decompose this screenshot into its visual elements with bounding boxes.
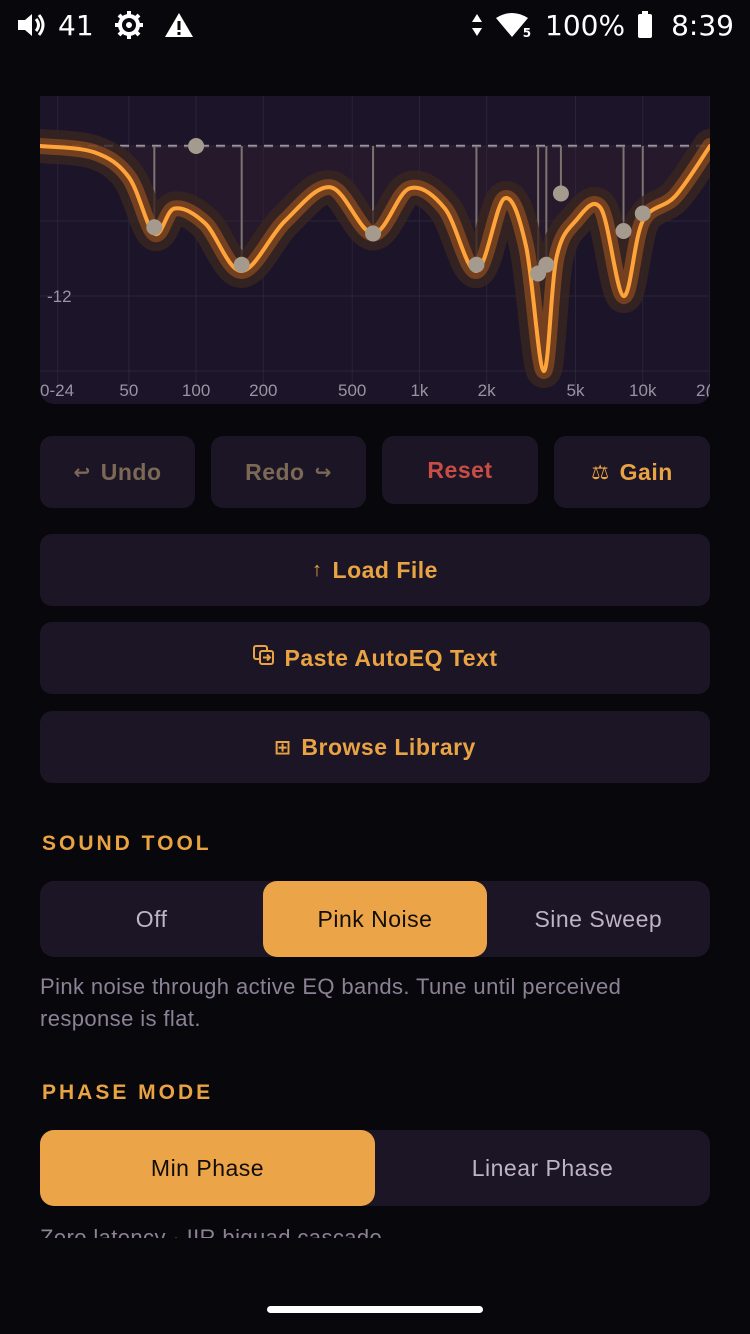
battery-percent: 100% — [545, 8, 626, 42]
redo-icon: ↪ — [314, 461, 332, 484]
status-right: 5 100% 8:39 — [471, 9, 734, 42]
sound-tool-description: Pink noise through active EQ bands. Tune… — [40, 974, 622, 1031]
undo-button[interactable]: ↩ Undo — [40, 436, 195, 508]
phase-mode-description: Zero latency · IIR biquad cascade — [40, 1225, 383, 1238]
band-handle[interactable] — [552, 185, 569, 202]
data-arrows-icon — [471, 13, 483, 37]
wifi-icon: 5 — [495, 12, 532, 40]
sound-tool-title: SOUND TOOL — [42, 832, 212, 855]
x-tick-label: 2( — [696, 381, 710, 400]
x-tick-label: 5k — [567, 381, 585, 400]
volume-icon — [16, 12, 46, 38]
phase-mode-selector[interactable]: Min Phase Linear Phase — [40, 1130, 710, 1206]
band-handle[interactable] — [468, 256, 485, 273]
wifi-badge: 5 — [522, 26, 532, 40]
x-tick-label: 100 — [182, 381, 210, 400]
undo-label: Undo — [100, 458, 162, 485]
x-tick-label: 0-24 — [40, 381, 74, 400]
sound-tool-off[interactable]: Off — [40, 881, 263, 957]
reset-button[interactable]: Reset — [382, 436, 538, 504]
y-axis-label: -12 — [47, 287, 72, 306]
balance-scale-icon: ⚖ — [591, 461, 610, 484]
undo-icon: ↩ — [73, 461, 91, 484]
settings-gear-icon — [114, 10, 144, 40]
paste-autoeq-label: Paste AutoEQ Text — [284, 644, 498, 671]
gain-label: Gain — [619, 458, 673, 485]
x-tick-label: 50 — [119, 381, 138, 400]
band-handle[interactable] — [538, 256, 555, 273]
load-file-button[interactable]: ↑ Load File — [40, 534, 710, 606]
battery-icon — [637, 11, 653, 39]
x-tick-label: 2k — [478, 381, 496, 400]
warning-icon — [164, 12, 194, 38]
x-tick-label: 500 — [338, 381, 366, 400]
x-tick-label: 1k — [410, 381, 428, 400]
band-handle[interactable] — [233, 256, 250, 273]
browse-library-button[interactable]: ⊞ Browse Library — [40, 711, 710, 783]
x-tick-label: 200 — [249, 381, 277, 400]
eq-chart[interactable]: -12 0-24 50 100 200 500 1k 2k 5k 10k 2( — [40, 96, 710, 404]
redo-label: Redo — [245, 458, 305, 485]
grid-icon: ⊞ — [274, 736, 292, 759]
volume-level: 41 — [58, 8, 94, 42]
load-file-label: Load File — [332, 556, 438, 583]
sound-tool-selector[interactable]: Off Pink Noise Sine Sweep — [40, 881, 710, 957]
phase-mode-title: PHASE MODE — [42, 1081, 214, 1104]
home-indicator[interactable] — [267, 1306, 483, 1313]
band-handle[interactable] — [146, 219, 163, 236]
phase-description-clip: Zero latency · IIR biquad cascade — [40, 1222, 710, 1238]
band-handle[interactable] — [634, 205, 651, 222]
phase-mode-min[interactable]: Min Phase — [40, 1130, 375, 1206]
band-handle[interactable] — [615, 223, 632, 239]
status-left: 41 — [16, 9, 194, 42]
sound-tool-pink-noise[interactable]: Pink Noise — [263, 881, 487, 957]
reset-label: Reset — [427, 456, 493, 483]
paste-autoeq-button[interactable]: Paste AutoEQ Text — [40, 622, 710, 694]
phase-mode-linear[interactable]: Linear Phase — [375, 1130, 710, 1206]
redo-button[interactable]: Redo ↪ — [211, 436, 366, 508]
upload-arrow-icon: ↑ — [312, 558, 323, 581]
eq-chart-svg[interactable]: -12 0-24 50 100 200 500 1k 2k 5k 10k 2( — [40, 96, 710, 404]
browse-library-label: Browse Library — [301, 733, 476, 760]
band-handle[interactable] — [365, 225, 382, 242]
clock: 8:39 — [671, 8, 734, 42]
x-tick-label: 10k — [629, 381, 657, 400]
gain-button[interactable]: ⚖ Gain — [554, 436, 710, 508]
sound-tool-sine-sweep[interactable]: Sine Sweep — [487, 881, 710, 957]
band-handle[interactable] — [188, 138, 205, 154]
status-bar: 41 5 100% 8:39 — [0, 0, 750, 50]
paste-clipboard-icon — [252, 645, 275, 671]
